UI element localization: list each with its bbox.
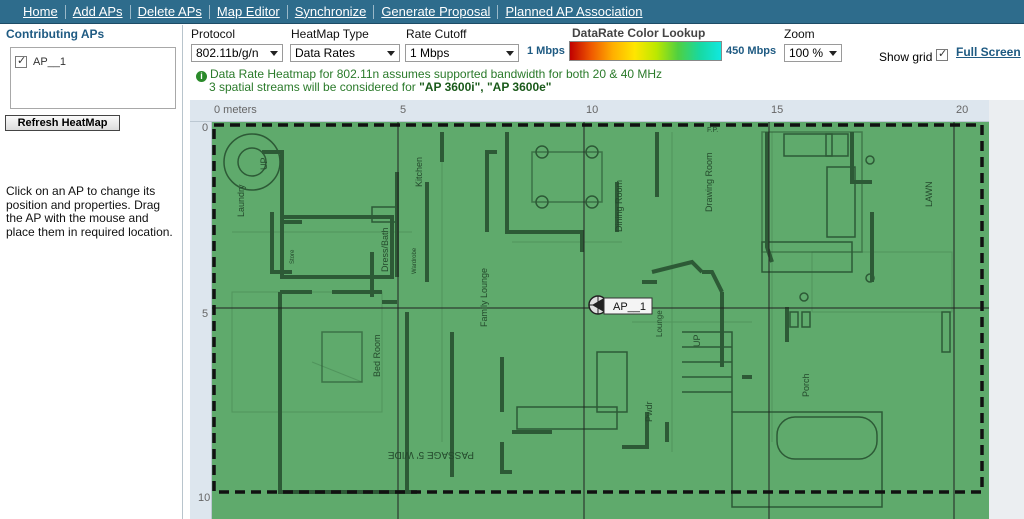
- spatial-streams-notice: 3 spatial streams will be considered for…: [209, 80, 552, 94]
- rate-cutoff-label: Rate Cutoff: [406, 27, 467, 41]
- menu-planned-ap-association[interactable]: Planned AP Association: [498, 4, 649, 19]
- room-label: Drawing Room: [704, 152, 714, 212]
- room-label: Lounge: [655, 310, 664, 337]
- room-label: Family Lounge: [479, 268, 489, 327]
- contributing-aps-title: Contributing APs: [6, 27, 105, 41]
- rate-cutoff-select[interactable]: 1 Mbps: [405, 44, 519, 62]
- ruler-x-tick: 0 meters: [214, 104, 257, 116]
- full-screen-link[interactable]: Full Screen: [956, 45, 1021, 59]
- ruler-x-tick: 10: [586, 104, 599, 116]
- room-label: PASSAGE 5' WIDE: [387, 449, 474, 460]
- heatmap-canvas[interactable]: 0 meters 5 10 15 20 0 5 10 Laundry UP Ki…: [190, 100, 1024, 519]
- ruler-x-tick: 20: [956, 104, 969, 116]
- room-label: Bed Room: [372, 334, 382, 377]
- ruler-x-tick: 5: [400, 104, 407, 116]
- room-label: F.P.: [707, 127, 718, 134]
- zoom-value: 100 %: [789, 46, 824, 60]
- info-icon: i: [196, 71, 207, 82]
- menu-map-editor[interactable]: Map Editor: [210, 4, 288, 19]
- heatmap-fill: [212, 122, 989, 519]
- menu-delete-aps[interactable]: Delete APs: [131, 4, 210, 19]
- ap-marker[interactable]: AP__1: [588, 295, 653, 315]
- ruler-y-tick: 5: [202, 308, 209, 320]
- chevron-down-icon: [829, 51, 837, 56]
- room-label: Laundry: [236, 184, 246, 217]
- room-label: Kitchen: [414, 157, 424, 187]
- room-label: LAWN: [924, 181, 934, 207]
- heatmap-type-value: Data Rates: [295, 46, 356, 60]
- color-lookup-max: 450 Mbps: [726, 45, 777, 57]
- ap-marker-label: AP__1: [613, 301, 646, 313]
- left-panel: Contributing APs AP__1 Refresh HeatMap C…: [0, 25, 183, 519]
- chevron-down-icon: [506, 51, 514, 56]
- vertical-ruler: 0 5 10: [190, 122, 212, 519]
- ap-models-text: "AP 3600i", "AP 3600e": [419, 80, 552, 94]
- ap-list: AP__1: [10, 47, 176, 109]
- color-lookup-gradient: [569, 41, 722, 61]
- ap-checkbox[interactable]: [15, 54, 27, 68]
- menu-home[interactable]: Home: [16, 4, 66, 19]
- refresh-heatmap-button[interactable]: Refresh HeatMap: [5, 115, 120, 131]
- bandwidth-notice-text: Data Rate Heatmap for 802.11n assumes su…: [210, 67, 663, 81]
- chevron-down-icon: [270, 51, 278, 56]
- protocol-label: Protocol: [191, 27, 236, 41]
- heatmap-type-select[interactable]: Data Rates: [290, 44, 400, 62]
- show-grid-label: Show grid: [879, 50, 933, 64]
- floor-plan[interactable]: Laundry UP Kitchen Dress/Bath Store Ward…: [212, 122, 989, 519]
- ruler-x-tick: 15: [771, 104, 784, 116]
- spatial-streams-text: 3 spatial streams will be considered for: [209, 80, 420, 94]
- chevron-down-icon: [387, 51, 395, 56]
- room-label: Dining Room: [614, 180, 624, 232]
- protocol-select[interactable]: 802.11b/g/n: [191, 44, 283, 62]
- room-label: Store: [290, 249, 296, 264]
- room-label: UP: [692, 334, 702, 347]
- color-lookup-title: DataRate Color Lookup: [572, 26, 706, 40]
- menu-synchronize[interactable]: Synchronize: [288, 4, 375, 19]
- show-grid-checkbox[interactable]: [936, 47, 948, 61]
- protocol-value: 802.11b/g/n: [196, 46, 259, 60]
- top-menu-bar: Home Add APs Delete APs Map Editor Synch…: [0, 0, 1024, 24]
- zoom-select[interactable]: 100 %: [784, 44, 842, 62]
- room-label: Pwdr: [644, 401, 654, 422]
- room-label: Dress/Bath: [380, 227, 390, 272]
- ap-label: AP__1: [33, 56, 67, 68]
- rate-cutoff-value: 1 Mbps: [410, 46, 450, 60]
- room-label: Wardrobe: [412, 247, 418, 274]
- horizontal-ruler: 0 meters 5 10 15 20: [190, 100, 989, 122]
- heatmap-type-label: HeatMap Type: [291, 27, 369, 41]
- menu-add-aps[interactable]: Add APs: [66, 4, 131, 19]
- room-label: UP: [259, 157, 269, 170]
- zoom-label: Zoom: [784, 27, 815, 41]
- scroll-gutter: [989, 100, 1024, 519]
- help-text: Click on an AP to change its position an…: [6, 184, 173, 239]
- room-label: Porch: [801, 373, 811, 397]
- ruler-y-tick: 0: [202, 122, 209, 134]
- ruler-y-tick: 10: [198, 492, 211, 504]
- menu-generate-proposal[interactable]: Generate Proposal: [374, 4, 499, 19]
- ap-list-item[interactable]: AP__1: [15, 54, 67, 68]
- color-lookup-min: 1 Mbps: [527, 45, 565, 57]
